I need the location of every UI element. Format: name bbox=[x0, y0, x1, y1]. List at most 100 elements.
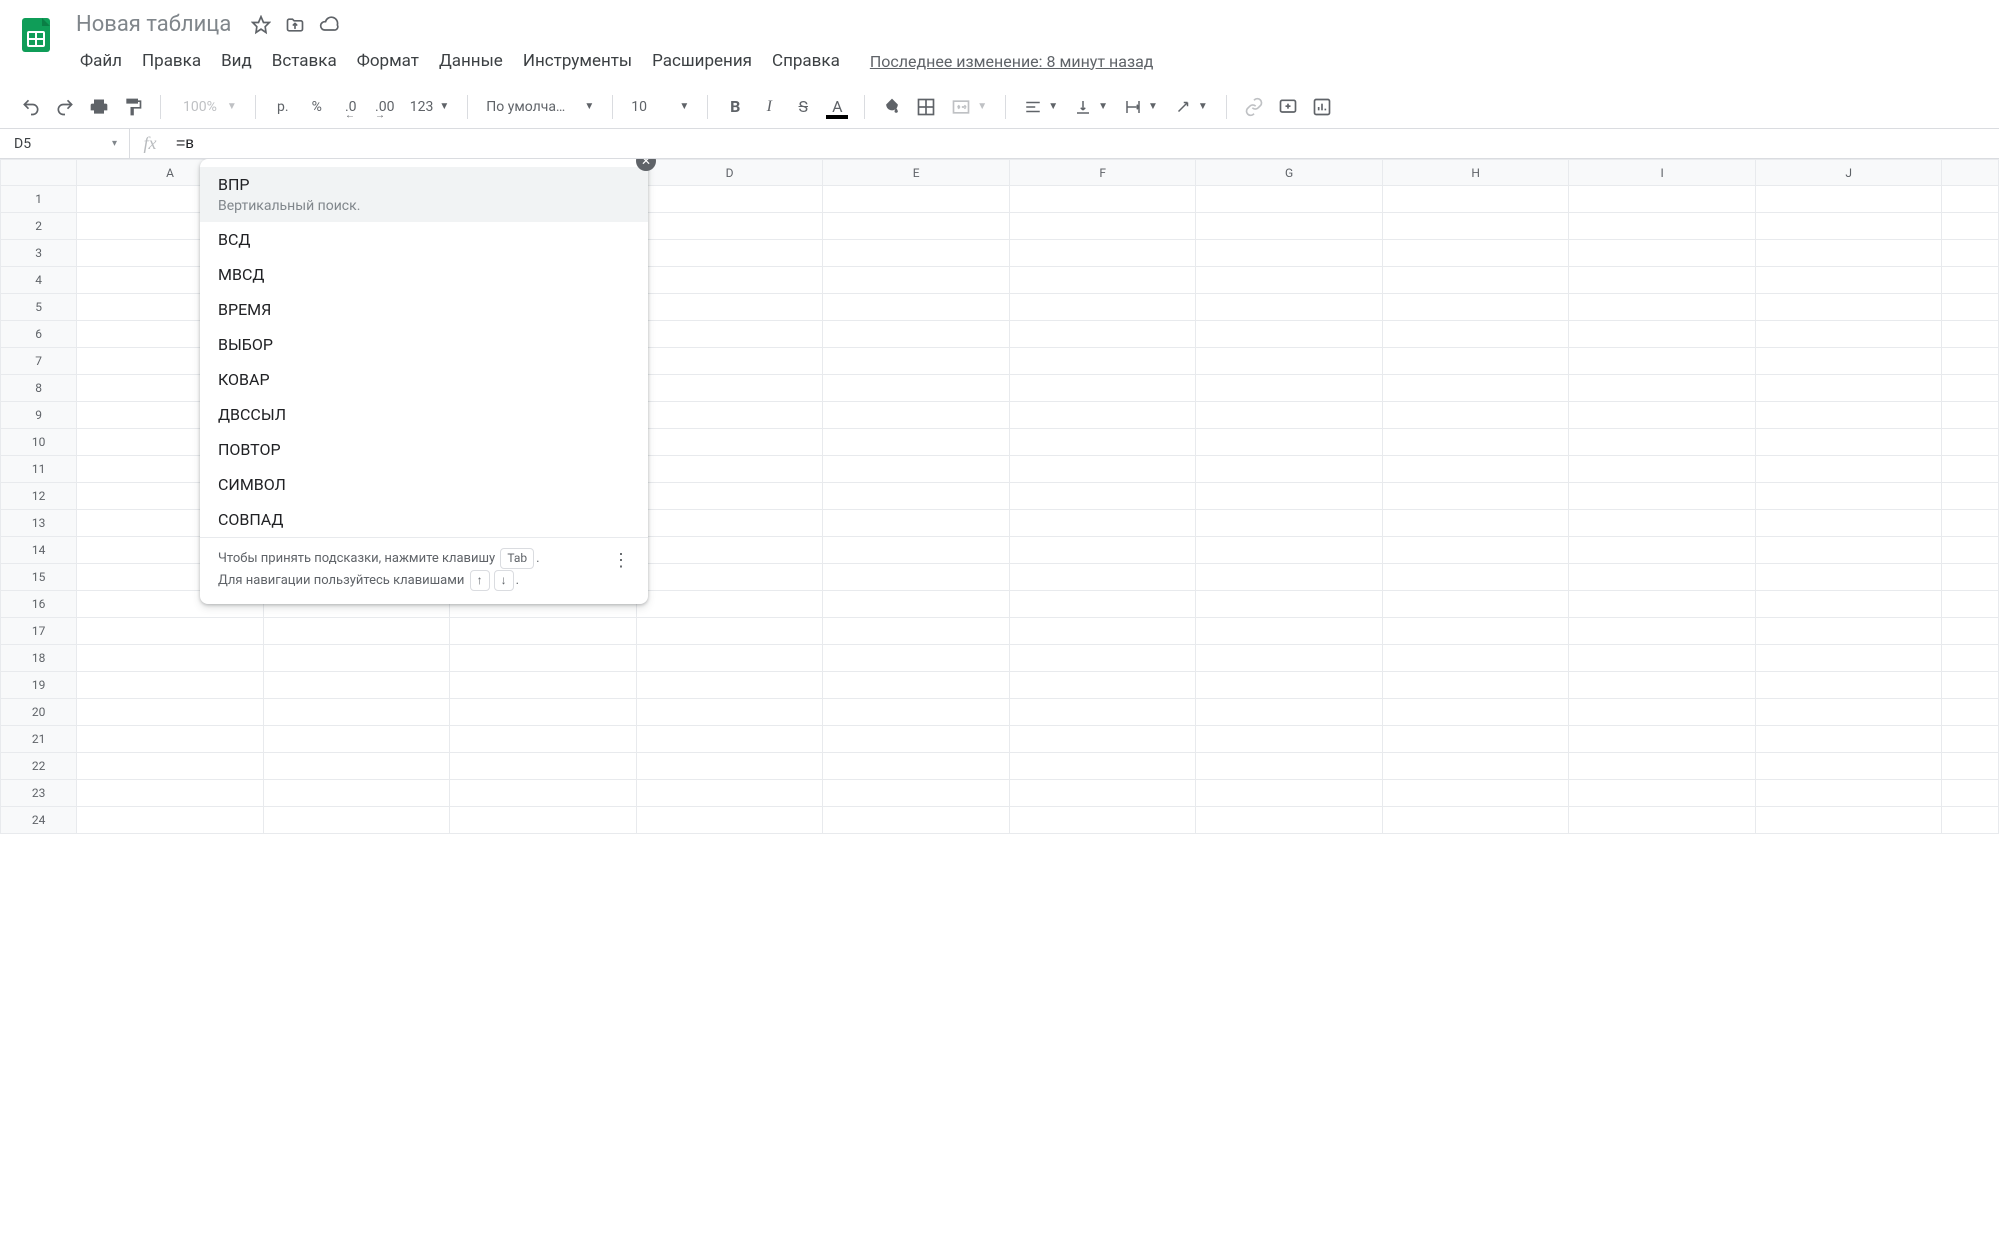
cell[interactable] bbox=[636, 591, 823, 618]
print-icon[interactable] bbox=[84, 92, 114, 122]
cell[interactable] bbox=[636, 753, 823, 780]
cell[interactable] bbox=[450, 753, 637, 780]
row-header[interactable]: 6 bbox=[1, 321, 77, 348]
cell[interactable] bbox=[1382, 186, 1569, 213]
menu-format[interactable]: Формат bbox=[347, 45, 429, 77]
cell[interactable] bbox=[636, 375, 823, 402]
cell[interactable] bbox=[1196, 429, 1383, 456]
col-header[interactable]: I bbox=[1569, 160, 1756, 186]
cell[interactable] bbox=[823, 591, 1010, 618]
cell[interactable] bbox=[1755, 780, 1942, 807]
cell[interactable] bbox=[1382, 240, 1569, 267]
cell[interactable] bbox=[77, 645, 264, 672]
menu-data[interactable]: Данные bbox=[429, 45, 513, 77]
cell[interactable] bbox=[1382, 375, 1569, 402]
cell[interactable] bbox=[823, 618, 1010, 645]
cell[interactable] bbox=[1196, 240, 1383, 267]
cell[interactable] bbox=[1755, 753, 1942, 780]
cell[interactable] bbox=[1382, 294, 1569, 321]
cell[interactable] bbox=[1382, 429, 1569, 456]
cell[interactable] bbox=[636, 267, 823, 294]
col-header[interactable]: H bbox=[1382, 160, 1569, 186]
cell[interactable] bbox=[1009, 456, 1196, 483]
cell[interactable] bbox=[1196, 321, 1383, 348]
row-header[interactable]: 5 bbox=[1, 294, 77, 321]
cell[interactable] bbox=[1009, 375, 1196, 402]
cell[interactable] bbox=[1755, 186, 1942, 213]
cell[interactable] bbox=[636, 564, 823, 591]
row-header[interactable]: 19 bbox=[1, 672, 77, 699]
cell[interactable] bbox=[1755, 645, 1942, 672]
currency-button[interactable]: р. bbox=[268, 92, 298, 122]
cell[interactable] bbox=[1755, 240, 1942, 267]
cell[interactable] bbox=[1755, 726, 1942, 753]
autocomplete-item[interactable]: ВРЕМЯ bbox=[200, 292, 648, 327]
cell[interactable] bbox=[1009, 321, 1196, 348]
cell[interactable] bbox=[823, 537, 1010, 564]
cell[interactable] bbox=[1196, 267, 1383, 294]
paint-format-icon[interactable] bbox=[118, 92, 148, 122]
cell[interactable] bbox=[823, 564, 1010, 591]
cell[interactable] bbox=[1569, 186, 1756, 213]
row-header[interactable]: 16 bbox=[1, 591, 77, 618]
cell[interactable] bbox=[823, 780, 1010, 807]
font-combo[interactable]: По умолча… ▼ bbox=[480, 92, 600, 122]
cell[interactable] bbox=[1196, 726, 1383, 753]
row-header[interactable]: 18 bbox=[1, 645, 77, 672]
cell[interactable] bbox=[1382, 564, 1569, 591]
cloud-icon[interactable] bbox=[319, 15, 339, 35]
menu-view[interactable]: Вид bbox=[211, 45, 262, 77]
autocomplete-item[interactable]: ВПРВертикальный поиск. bbox=[200, 167, 648, 222]
cell[interactable] bbox=[823, 267, 1010, 294]
cell[interactable] bbox=[636, 537, 823, 564]
cell[interactable] bbox=[1755, 267, 1942, 294]
menu-insert[interactable]: Вставка bbox=[262, 45, 347, 77]
cell[interactable] bbox=[636, 618, 823, 645]
cell[interactable] bbox=[1569, 402, 1756, 429]
cell[interactable] bbox=[1009, 753, 1196, 780]
cell[interactable] bbox=[1009, 699, 1196, 726]
cell[interactable] bbox=[1569, 429, 1756, 456]
menu-help[interactable]: Справка bbox=[762, 45, 850, 77]
cell[interactable] bbox=[1009, 240, 1196, 267]
cell[interactable] bbox=[636, 672, 823, 699]
col-header[interactable]: F bbox=[1009, 160, 1196, 186]
cell[interactable] bbox=[1196, 591, 1383, 618]
cell[interactable] bbox=[1196, 483, 1383, 510]
menu-tools[interactable]: Инструменты bbox=[513, 45, 642, 77]
row-header[interactable]: 7 bbox=[1, 348, 77, 375]
cell[interactable] bbox=[263, 699, 450, 726]
cell[interactable] bbox=[823, 375, 1010, 402]
cell[interactable] bbox=[1009, 267, 1196, 294]
row-header[interactable]: 10 bbox=[1, 429, 77, 456]
cell[interactable] bbox=[263, 753, 450, 780]
cell[interactable] bbox=[1569, 483, 1756, 510]
autocomplete-item[interactable]: СИМВОЛ bbox=[200, 467, 648, 502]
cell[interactable] bbox=[1009, 402, 1196, 429]
cell[interactable] bbox=[1196, 699, 1383, 726]
cell[interactable] bbox=[1569, 348, 1756, 375]
font-size-combo[interactable]: 10 ▼ bbox=[625, 92, 695, 122]
cell[interactable] bbox=[1755, 807, 1942, 834]
number-format-combo[interactable]: 123 ▼ bbox=[404, 92, 456, 122]
cell[interactable] bbox=[1755, 483, 1942, 510]
star-icon[interactable] bbox=[251, 15, 271, 35]
row-header[interactable]: 21 bbox=[1, 726, 77, 753]
cell[interactable] bbox=[77, 699, 264, 726]
cell[interactable] bbox=[1569, 456, 1756, 483]
cell[interactable] bbox=[1009, 645, 1196, 672]
cell[interactable] bbox=[1382, 321, 1569, 348]
cell[interactable] bbox=[1755, 537, 1942, 564]
menu-edit[interactable]: Правка bbox=[132, 45, 211, 77]
cell[interactable] bbox=[1382, 537, 1569, 564]
cell[interactable] bbox=[1382, 618, 1569, 645]
cell[interactable] bbox=[1382, 699, 1569, 726]
row-header[interactable]: 1 bbox=[1, 186, 77, 213]
autocomplete-item[interactable]: СОВПАД bbox=[200, 502, 648, 537]
cell[interactable] bbox=[1755, 456, 1942, 483]
cell[interactable] bbox=[1755, 321, 1942, 348]
cell[interactable] bbox=[823, 753, 1010, 780]
cell[interactable] bbox=[1196, 456, 1383, 483]
cell[interactable] bbox=[1009, 618, 1196, 645]
cell[interactable] bbox=[1196, 564, 1383, 591]
